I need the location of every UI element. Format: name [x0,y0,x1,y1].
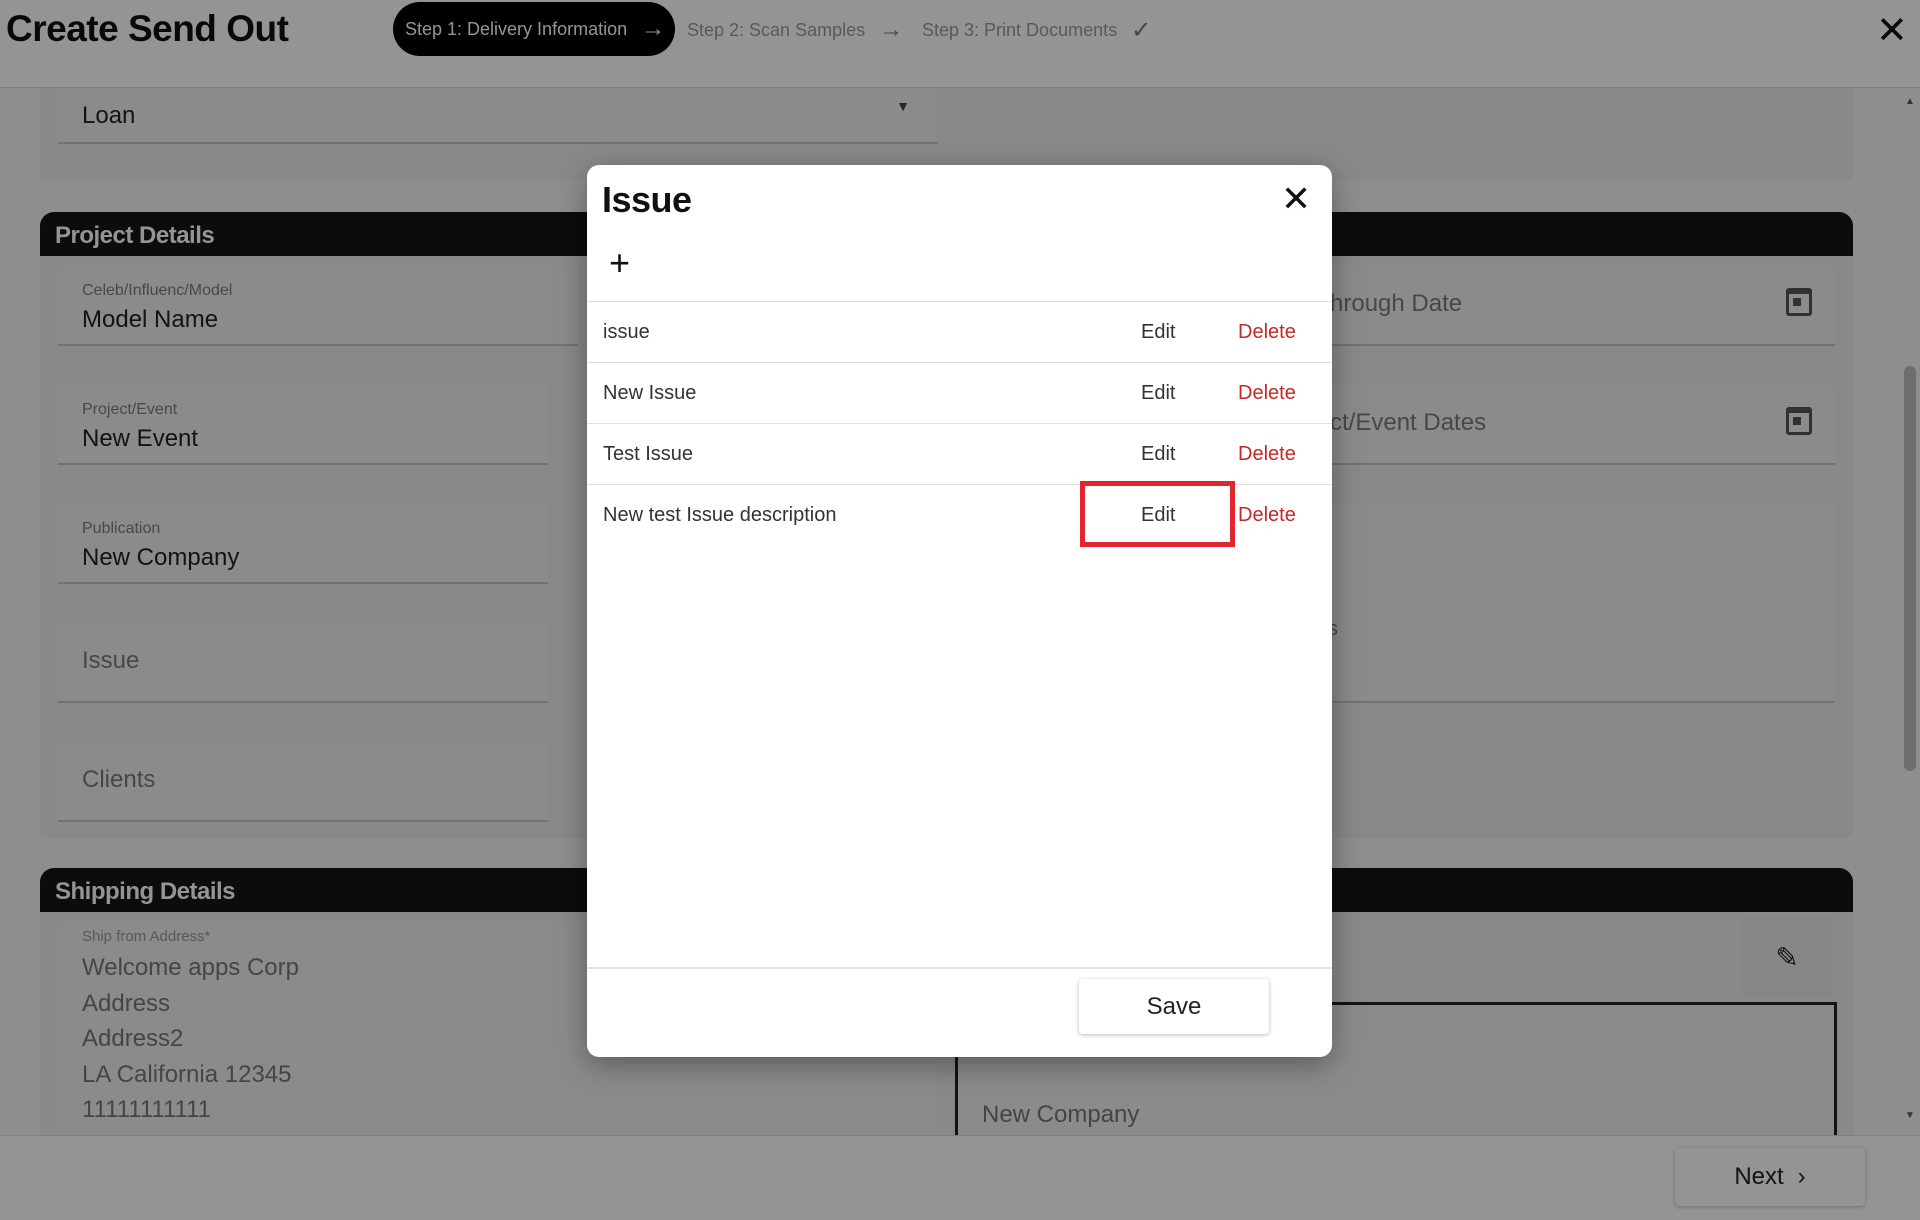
highlight-box [1080,481,1235,547]
delete-button[interactable]: Delete [1238,382,1296,405]
list-item: New Issue Edit Delete [587,362,1332,423]
list-item: issue Edit Delete [587,301,1332,362]
delete-button[interactable]: Delete [1238,443,1296,466]
save-button[interactable]: Save [1079,979,1269,1034]
add-icon[interactable]: + [609,245,630,281]
issue-name: New Issue [603,382,697,404]
dialog-title: Issue [602,179,692,220]
list-item: Test Issue Edit Delete [587,423,1332,484]
edit-button[interactable]: Edit [1141,321,1175,344]
issue-name: New test Issue description [603,504,837,526]
issue-dialog: Issue ✕ + issue Edit Delete New Issue Ed… [587,165,1332,1057]
edit-button[interactable]: Edit [1141,443,1175,466]
close-icon[interactable]: ✕ [1281,181,1311,217]
delete-button[interactable]: Delete [1238,321,1296,344]
issue-name: issue [603,321,650,343]
dialog-footer: Save [587,967,1332,1057]
edit-button[interactable]: Edit [1141,382,1175,405]
delete-button[interactable]: Delete [1238,504,1296,527]
issue-name: Test Issue [603,443,694,465]
